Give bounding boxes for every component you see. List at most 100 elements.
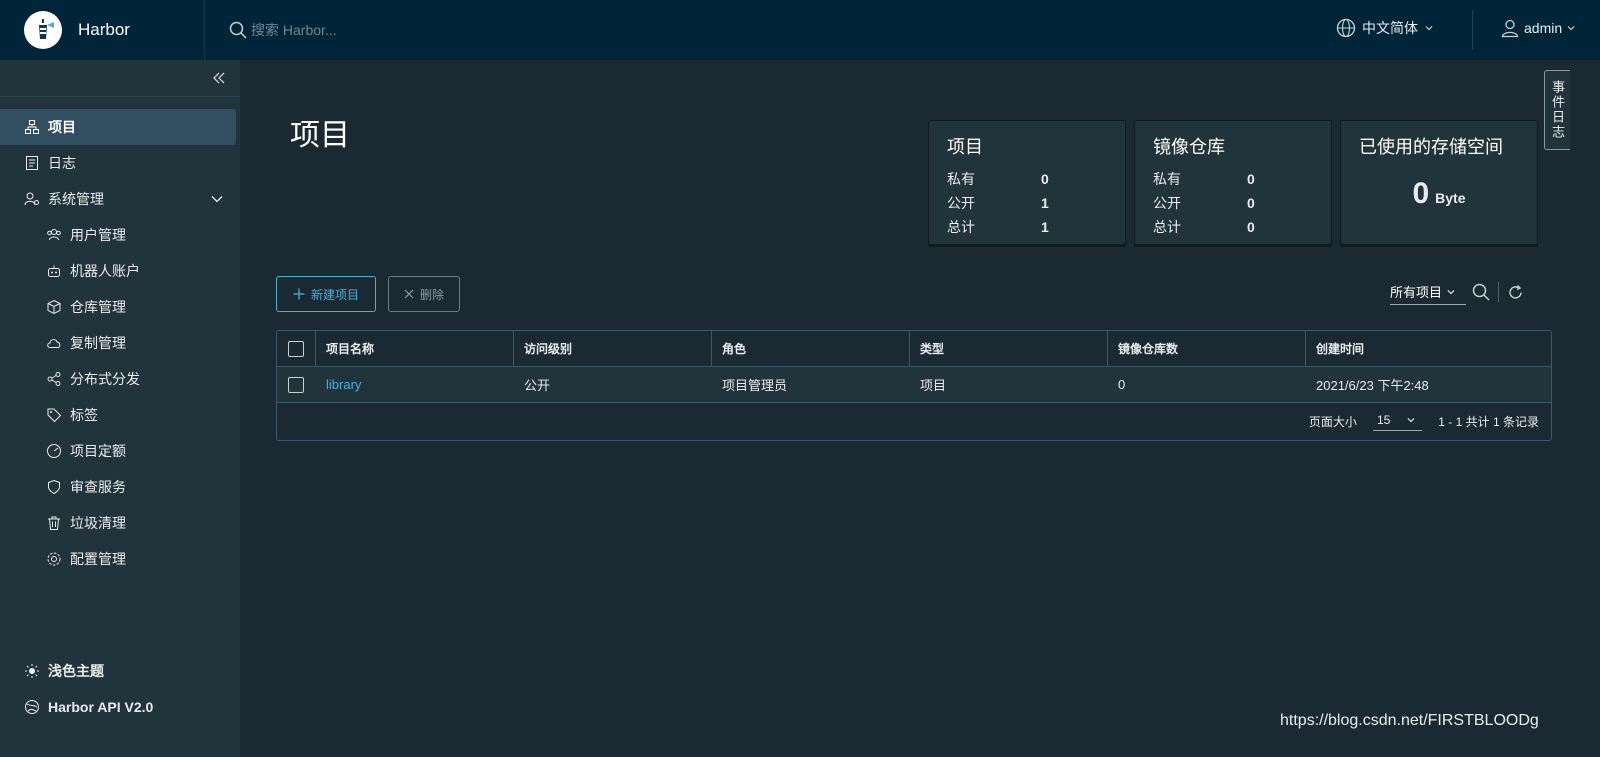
collapse-sidebar-icon[interactable] — [212, 71, 226, 85]
sidebar-item-labels[interactable]: 标签 — [0, 397, 240, 433]
logs-icon — [24, 155, 40, 171]
sidebar-item-scanners[interactable]: 审查服务 — [0, 469, 240, 505]
user-icon — [1501, 19, 1519, 38]
user-menu[interactable]: admin — [1500, 18, 1576, 38]
global-search[interactable] — [229, 12, 629, 48]
search-icon — [229, 21, 247, 39]
main-content: 项目 项目 私有 0 公开 1 总计 1 镜像仓库 私有 0 公开 0 总计 0 已使用的存… — [240, 60, 1600, 757]
harbor-logo-icon — [24, 11, 62, 49]
filter-tools — [1472, 282, 1524, 302]
type: 项目 — [920, 378, 947, 393]
sidebar-item-admin[interactable]: 系统管理 — [0, 181, 240, 217]
api-link[interactable]: Harbor API V2.0 — [0, 689, 240, 725]
select-all-checkbox[interactable] — [288, 340, 304, 357]
storage-number: 0 — [1412, 177, 1430, 210]
chevron-down-icon — [1407, 417, 1415, 422]
table-header: 项目名称 访问级别 角色 类型 镜像仓库数 创建时间 — [277, 331, 1551, 367]
sidebar-item-label: 用户管理 — [70, 227, 126, 243]
theme-label: 浅色主题 — [48, 663, 104, 679]
user-name: admin — [1524, 20, 1563, 36]
card-row: 总计 0 — [1153, 215, 1313, 239]
share-icon — [46, 371, 62, 387]
chevron-down-icon — [1447, 289, 1455, 294]
storage-unit: Byte — [1435, 190, 1466, 206]
sidebar-item-config[interactable]: 配置管理 — [0, 541, 240, 577]
tag-icon — [46, 407, 62, 423]
row-checkbox[interactable] — [288, 376, 304, 393]
creation-time: 2021/6/23 下午2:48 — [1316, 378, 1429, 393]
search-icon[interactable] — [1472, 283, 1490, 301]
event-log-tab[interactable]: 事件日志 — [1544, 70, 1570, 150]
card-row: 公开 1 — [947, 191, 1107, 215]
watermark-text: https://blog.csdn.net/FIRSTBLOODg — [1280, 712, 1539, 729]
sidebar-item-users[interactable]: 用户管理 — [0, 217, 240, 253]
row-value: 0 — [1247, 219, 1255, 235]
tool-divider — [1498, 282, 1499, 302]
button-label: 新建项目 — [310, 287, 359, 302]
api-label: Harbor API V2.0 — [48, 699, 154, 715]
top-header: Harbor 中文简体 admin — [0, 0, 1600, 60]
page-size-label: 页面大小 — [1308, 415, 1357, 429]
brand[interactable]: Harbor — [0, 0, 205, 60]
shield-icon — [46, 479, 62, 495]
sidebar-item-projects[interactable]: 项目 — [0, 109, 236, 145]
users-icon — [46, 227, 62, 243]
sidebar: 项目 日志 系统管理 用户管理 机器人账户 仓库管理 复制管理 分布式分发 标签… — [0, 60, 240, 757]
sun-icon — [24, 663, 40, 679]
project-name-link[interactable]: library — [326, 377, 361, 392]
sidebar-item-gc[interactable]: 垃圾清理 — [0, 505, 240, 541]
column-header[interactable]: 创建时间 — [1305, 331, 1551, 366]
refresh-icon[interactable] — [1507, 284, 1524, 301]
sidebar-item-label: 复制管理 — [70, 335, 126, 351]
sidebar-item-distribution[interactable]: 分布式分发 — [0, 361, 240, 397]
theme-toggle[interactable]: 浅色主题 — [0, 653, 240, 689]
card-row: 私有 0 — [1153, 167, 1313, 191]
robot-icon — [46, 263, 62, 279]
projects-summary-card: 项目 私有 0 公开 1 总计 1 — [928, 120, 1126, 245]
row-value: 1 — [1041, 195, 1049, 211]
pagination-summary: 1 - 1 共计 1 条记录 — [1438, 415, 1539, 429]
new-project-button[interactable]: 新建项目 — [276, 276, 376, 312]
chevron-down-icon — [1425, 26, 1433, 31]
search-input[interactable] — [251, 22, 611, 38]
card-title: 已使用的存储空间 — [1359, 137, 1503, 157]
delete-button[interactable]: 删除 — [388, 276, 460, 312]
filter-label: 所有项目 — [1390, 285, 1443, 300]
api-icon — [24, 699, 40, 715]
sidebar-item-label: 审查服务 — [70, 479, 126, 495]
column-header[interactable]: 项目名称 — [315, 331, 513, 366]
sidebar-item-label: 日志 — [48, 155, 76, 171]
card-row: 私有 0 — [947, 167, 1107, 191]
column-header[interactable]: 镜像仓库数 — [1107, 331, 1305, 366]
page-size-select[interactable]: 15 — [1372, 413, 1423, 431]
row-value: 0 — [1041, 171, 1049, 187]
column-header[interactable]: 角色 — [711, 331, 909, 366]
sidebar-item-label: 系统管理 — [48, 191, 104, 207]
plus-icon — [293, 288, 305, 300]
storage-summary-card: 已使用的存储空间 0 Byte — [1340, 120, 1538, 245]
sidebar-item-replication[interactable]: 复制管理 — [0, 325, 240, 361]
language-selector[interactable]: 中文简体 — [1336, 18, 1434, 38]
repos-summary-card: 镜像仓库 私有 0 公开 0 总计 0 — [1134, 120, 1332, 245]
sidebar-item-logs[interactable]: 日志 — [0, 145, 240, 181]
column-header[interactable]: 类型 — [909, 331, 1107, 366]
event-log-label: 事件日志 — [1550, 80, 1565, 140]
row-key: 私有 — [947, 171, 975, 187]
sidebar-item-label: 分布式分发 — [70, 371, 140, 387]
sidebar-item-robot[interactable]: 机器人账户 — [0, 253, 240, 289]
row-value: 0 — [1247, 195, 1255, 211]
page-title: 项目 — [290, 119, 350, 152]
chevron-down-icon[interactable] — [210, 192, 224, 206]
column-header[interactable]: 访问级别 — [513, 331, 711, 366]
card-title: 项目 — [947, 137, 983, 157]
header-divider — [1472, 10, 1473, 50]
storage-value: 0 Byte — [1359, 177, 1519, 211]
sidebar-item-quotas[interactable]: 项目定额 — [0, 433, 240, 469]
project-filter-select[interactable]: 所有项目 — [1390, 282, 1466, 305]
role: 项目管理员 — [722, 378, 788, 393]
sidebar-item-label: 配置管理 — [70, 551, 126, 567]
box-icon — [46, 299, 62, 315]
sidebar-item-label: 项目定额 — [70, 443, 126, 459]
chevron-down-icon — [1567, 26, 1575, 31]
sidebar-item-repos[interactable]: 仓库管理 — [0, 289, 240, 325]
